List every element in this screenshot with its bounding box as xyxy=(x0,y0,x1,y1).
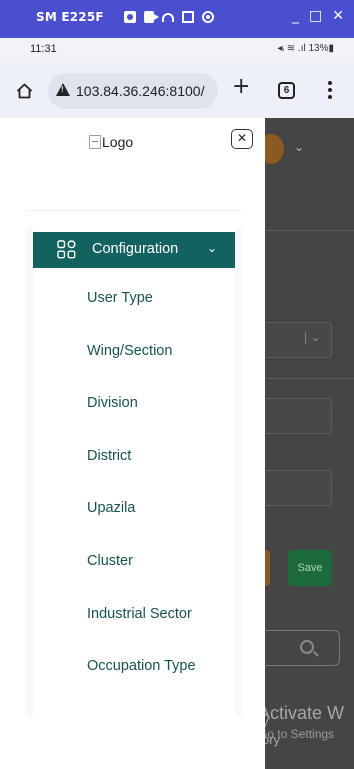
address-bar[interactable]: 103.84.36.246:8100/ xyxy=(48,73,218,109)
close-drawer-button[interactable]: ✕ xyxy=(231,129,253,149)
sidebar-drawer: Logo ✕ Configuration ⌄ User Type Wing/Se… xyxy=(0,118,265,769)
search-input xyxy=(258,630,340,666)
more-vert-icon[interactable] xyxy=(323,80,337,100)
maximize-button[interactable]: □ xyxy=(309,8,322,24)
menu-item-upazila[interactable]: Upazila xyxy=(87,500,135,516)
activation-watermark-title: Activate W xyxy=(258,703,345,723)
warning-icon[interactable] xyxy=(56,83,70,96)
save-button: Save xyxy=(288,550,332,586)
menu-item-wing-section[interactable]: Wing/Section xyxy=(87,343,172,359)
close-window-button[interactable]: ✕ xyxy=(332,8,344,24)
mirror-toolbar xyxy=(124,11,214,23)
status-bar: 11:31 ◂ᵢ ≋ .ıl 13%▮ xyxy=(0,38,354,62)
camera-icon[interactable] xyxy=(124,11,136,23)
apps-icon xyxy=(57,240,76,259)
new-tab-button[interactable]: + xyxy=(232,76,250,98)
tab-switcher-button[interactable]: 6 xyxy=(278,82,295,99)
menu-item-occupation-type[interactable]: Occupation Type xyxy=(87,658,196,674)
chevron-down-icon: | ⌄ xyxy=(304,330,321,344)
chevron-down-icon: ⌄ xyxy=(207,241,218,255)
status-indicators: ◂ᵢ ≋ .ıl 13%▮ xyxy=(277,43,334,54)
logo[interactable]: Logo xyxy=(89,134,133,150)
divider xyxy=(26,210,242,211)
home-icon[interactable] xyxy=(16,83,33,99)
menu-item-cluster[interactable]: Cluster xyxy=(87,553,133,569)
url-text[interactable]: 103.84.36.246:8100/ xyxy=(76,83,204,99)
device-name: SM E225F xyxy=(36,10,104,24)
menu-item-district[interactable]: District xyxy=(87,448,131,464)
gear-icon[interactable] xyxy=(202,11,214,23)
menu-item-industrial-sector[interactable]: Industrial Sector xyxy=(87,606,192,622)
text-field xyxy=(258,470,332,506)
mirror-title-bar: SM E225F _ □ ✕ xyxy=(0,0,354,38)
text-field xyxy=(258,398,332,434)
menu-item-user-type[interactable]: User Type xyxy=(87,290,153,306)
window-controls: _ □ ✕ xyxy=(292,8,344,24)
fullscreen-icon[interactable] xyxy=(182,11,194,23)
headset-icon[interactable] xyxy=(162,13,174,22)
search-icon xyxy=(300,640,314,654)
video-icon[interactable] xyxy=(144,11,159,23)
chevron-down-icon: ⌄ xyxy=(294,140,305,154)
minimize-button[interactable]: _ xyxy=(292,8,299,24)
browser-toolbar: 103.84.36.246:8100/ + 6 xyxy=(0,62,354,118)
menu-item-division[interactable]: Division xyxy=(87,395,138,411)
menu-section-label: Configuration xyxy=(92,241,179,257)
logo-alt-text: Logo xyxy=(102,134,134,150)
status-time: 11:31 xyxy=(30,43,57,55)
select-field xyxy=(258,322,332,358)
broken-image-icon xyxy=(89,135,101,149)
activation-watermark-subtitle: Go to Settings xyxy=(258,727,335,741)
menu-section-configuration[interactable]: Configuration ⌄ xyxy=(33,232,235,268)
